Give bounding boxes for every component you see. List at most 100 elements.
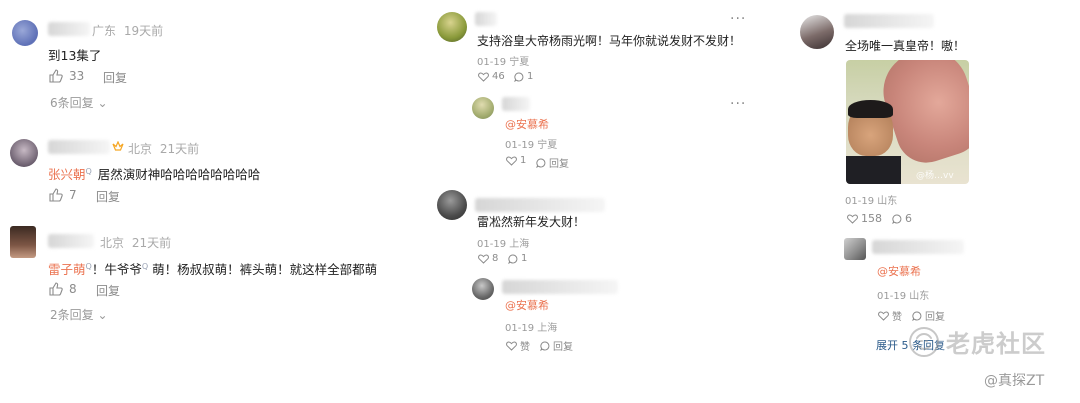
username-blurred[interactable] [502,280,618,294]
watermark-text: 老虎社区 [946,330,1046,358]
reply-button[interactable]: 回复 [96,188,120,205]
vip-badge-icon [112,141,124,152]
photo-shirt [846,156,901,184]
like-label: 赞 [892,312,902,323]
reply-meta: 01-19 山东 [877,291,930,302]
reply-label: 回复 [96,284,121,298]
username-blurred[interactable] [475,198,605,212]
avatar[interactable] [437,190,467,220]
comments-column-middle: ··· 支持浴皇大帝杨雨光啊！马年你就说发财不发财！ 01-19 宁夏 46 1… [420,0,760,403]
avatar[interactable] [12,20,38,46]
reply-label: 回复 [553,342,573,353]
username-blurred[interactable] [844,14,934,28]
reply-button[interactable]: 回复 [912,308,945,323]
comments-column-left: 广东 19天前 到13集了 33 回复 6条回复 ⌄ 北京 21天前 张兴朝Q … [0,0,420,403]
photo-watermark: @杨…vv [916,171,954,181]
thumbs-up-icon [49,69,63,83]
like-button[interactable]: 1 [506,155,526,166]
comment-meta: 01-19 宁夏 [477,57,530,68]
reply-button[interactable]: 回复 [536,155,569,170]
view-replies-link[interactable]: 6条回复 ⌄ [50,94,108,111]
more-options-icon[interactable]: ··· [730,97,746,111]
watermark-logo: 老虎社区 [908,324,1046,359]
like-button[interactable]: 46 [478,71,505,82]
comment-text: 到13集了 [48,48,102,63]
comment-meta: 广东 19天前 [92,22,163,39]
username-blurred[interactable] [48,234,94,248]
like-count: 1 [520,155,527,166]
username-blurred[interactable] [475,12,497,26]
watermark-handle: @真探ZT [984,373,1045,389]
heart-icon [878,310,889,321]
comment-text: 张兴朝Q 居然演财神哈哈哈哈哈哈哈哈 [48,164,260,183]
like-button[interactable]: 8 [478,253,498,264]
comment-text: 雷凇然新年发大财！ [477,215,586,229]
mention-link[interactable]: @安慕希 [505,118,549,131]
reply-button[interactable]: 回复 [540,338,573,353]
reply-text: @安慕希 [505,297,549,313]
like-button[interactable]: 158 [847,212,882,225]
like-button[interactable]: 赞 [506,338,530,353]
comment-time: 21天前 [159,142,200,156]
comment-meta: 01-19 山东 [845,196,898,207]
comment-button[interactable]: 6 [892,212,912,225]
more-options-icon[interactable]: ··· [730,12,746,26]
search-icon: Q [85,166,92,176]
heart-icon [506,155,517,166]
avatar[interactable] [437,12,467,42]
mentioned-user-link[interactable]: 雷子萌 [48,262,86,277]
mention-link[interactable]: @安慕希 [505,299,549,312]
mention-link[interactable]: @安慕希 [877,265,921,278]
comment-location: 北京 [100,236,125,250]
comment-meta: 北京 21天前 [128,140,199,157]
comment-body: 萌！杨叔叔萌！裤头萌！就这样全部都萌 [152,262,378,277]
heart-icon [506,340,517,351]
username-blurred[interactable] [48,140,110,154]
reply-text: @安慕希 [505,116,549,132]
like-button[interactable]: 赞 [878,308,902,323]
comment-bubble-icon [892,213,902,224]
like-button[interactable]: 8 [49,282,77,296]
username-blurred[interactable] [872,240,964,254]
comment-text: 全场唯一真皇帝！嗷！ [845,39,966,53]
reply-button[interactable]: 回复 [103,69,127,86]
chevron-down-icon: ⌄ [97,308,108,322]
comment-button[interactable]: 1 [514,71,533,82]
photo-hair [848,100,893,118]
comment-time: 19天前 [123,24,164,38]
reply-button[interactable]: 回复 [96,282,120,299]
like-count: 33 [69,69,85,83]
reply-label: 回复 [103,71,128,85]
view-replies-link[interactable]: 2条回复 ⌄ [50,306,108,323]
avatar[interactable] [844,238,866,260]
like-label: 赞 [520,342,530,353]
thumbs-up-icon [49,188,63,202]
thumbs-up-icon [49,282,63,296]
avatar[interactable] [10,226,36,258]
comment-body: 居然演财神哈哈哈哈哈哈哈哈 [97,167,261,182]
avatar[interactable] [472,97,494,119]
mentioned-user-link[interactable]: 张兴朝 [48,167,86,182]
username-blurred[interactable] [48,22,90,36]
avatar[interactable] [800,15,834,49]
comment-location: 北京 [128,142,153,156]
like-button[interactable]: 33 [49,69,84,83]
comment-bubble-icon [514,71,524,82]
avatar[interactable] [10,139,38,167]
avatar[interactable] [472,278,494,300]
comment-meta: 北京 21天前 [100,234,171,251]
reply-text: @安慕希 [877,263,921,279]
comment-count: 1 [521,253,528,264]
like-button[interactable]: 7 [49,188,77,202]
like-count: 8 [492,253,499,264]
comment-time: 21天前 [131,236,172,250]
comment-body: ！牛爷爷 [91,262,142,277]
comment-button[interactable]: 1 [508,253,527,264]
comment-bubble-icon [912,310,922,321]
replies-count-label: 2条回复 [50,308,94,322]
heart-icon [847,213,858,224]
search-icon: Q [141,261,149,271]
comment-bubble-icon [540,340,550,351]
comment-photo[interactable]: @杨…vv [846,60,969,184]
username-blurred[interactable] [502,97,530,111]
